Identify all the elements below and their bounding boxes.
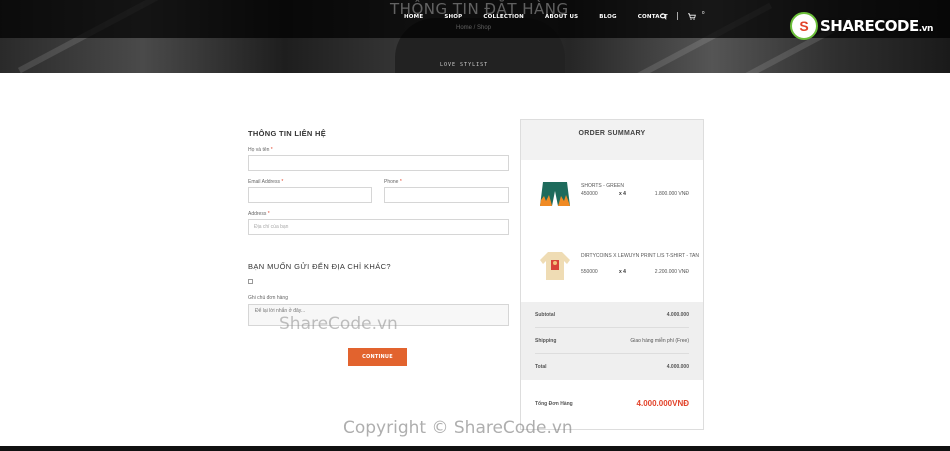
alt-address-checkbox[interactable] xyxy=(248,279,253,284)
search-icon[interactable] xyxy=(660,12,667,20)
item-quantity: x 4 xyxy=(619,269,626,275)
cart-item: SHORTS - GREEN 450000 x 4 1.800.000 VNĐ xyxy=(521,170,703,230)
hero-banner: LOVE STYLIST THÔNG TIN ĐẶT HÀNG Home / S… xyxy=(0,0,950,73)
site-logo[interactable]: S SHARECODE.vn xyxy=(790,12,933,40)
breadcrumb: Home / Shop xyxy=(456,25,492,31)
nav-item-about-us[interactable]: ABOUT US xyxy=(545,14,578,20)
nav-divider xyxy=(677,12,678,20)
subtotal-label: Subtotal xyxy=(535,312,555,318)
name-label: Họ và tên * xyxy=(248,147,273,153)
required-mark: * xyxy=(399,179,402,185)
subtotal-row: Subtotal 4.000.000 xyxy=(535,302,689,328)
phone-label: Phone * xyxy=(384,179,402,185)
email-input[interactable] xyxy=(248,187,372,203)
shipping-label: Shipping xyxy=(535,338,557,344)
item-total: 1.800.000 VNĐ xyxy=(654,191,689,197)
footer-bar xyxy=(0,446,950,451)
total-label: Total xyxy=(535,364,547,370)
notes-label: Ghi chú đơn hàng xyxy=(248,295,288,301)
contact-form-title: THÔNG TIN LIÊN HỆ xyxy=(248,129,327,138)
item-price: 550000 xyxy=(581,269,598,275)
item-total: 2.200.000 VNĐ xyxy=(654,269,689,275)
nav-icons: 0 xyxy=(660,10,705,20)
watermark-footer: Copyright © ShareCode.vn xyxy=(343,418,573,438)
logo-name: SHARECODE xyxy=(820,17,919,35)
watermark-center: ShareCode.vn xyxy=(279,314,398,334)
nav-item-blog[interactable]: BLOG xyxy=(599,14,617,20)
item-name: SHORTS - GREEN xyxy=(581,183,624,189)
required-mark: * xyxy=(281,179,284,185)
grand-total-label: Tổng Đơn Hàng xyxy=(535,401,573,407)
required-mark: * xyxy=(267,211,270,217)
grand-total-value: 4.000.000VNĐ xyxy=(636,399,689,408)
cart-icon[interactable] xyxy=(688,12,696,20)
alt-address-heading: BẠN MUỐN GỬI ĐẾN ĐỊA CHỈ KHÁC? xyxy=(248,262,392,271)
order-summary-title: ORDER SUMMARY xyxy=(521,120,703,160)
nav-item-shop[interactable]: SHOP xyxy=(444,14,462,20)
cart-count-badge: 0 xyxy=(702,10,705,15)
shipping-row: Shipping Giao hàng miễn phí (Free) xyxy=(535,328,689,354)
main-nav: HOME SHOP COLLECTION ABOUT US BLOG CONTA… xyxy=(404,14,689,20)
item-price: 450000 xyxy=(581,191,598,197)
hero-shirt-print: LOVE STYLIST xyxy=(440,62,489,68)
name-label-text: Họ và tên xyxy=(248,147,270,153)
continue-button[interactable]: CONTINUE xyxy=(348,348,407,366)
cart-item: DIRTYCOINS X LEWUYN PRINT L/S T-SHIRT - … xyxy=(521,240,703,300)
logo-suffix: .vn xyxy=(918,24,934,34)
logo-wordmark: SHARECODE.vn xyxy=(820,17,933,35)
phone-label-text: Phone xyxy=(384,179,399,185)
total-value: 4.000.000 xyxy=(666,364,689,370)
address-label: Address * xyxy=(248,211,270,217)
full-name-input[interactable] xyxy=(248,155,509,171)
tshirt-thumbnail[interactable] xyxy=(537,248,573,284)
item-quantity: x 4 xyxy=(619,191,626,197)
item-name: DIRTYCOINS X LEWUYN PRINT L/S T-SHIRT - … xyxy=(581,253,699,259)
shipping-value: Giao hàng miễn phí (Free) xyxy=(630,338,689,344)
nav-item-home[interactable]: HOME xyxy=(404,14,423,20)
address-label-text: Address xyxy=(248,211,267,217)
address-input[interactable] xyxy=(248,219,509,235)
logo-mark: S xyxy=(790,12,818,40)
phone-input[interactable] xyxy=(384,187,509,203)
totals-block: Subtotal 4.000.000 Shipping Giao hàng mi… xyxy=(521,302,703,380)
email-label: Email Address * xyxy=(248,179,283,185)
order-summary-panel: ORDER SUMMARY SHORTS - GREEN 450000 x 4 … xyxy=(520,119,704,430)
shorts-thumbnail[interactable] xyxy=(537,176,573,212)
total-row: Total 4.000.000 xyxy=(535,354,689,380)
required-mark: * xyxy=(270,147,273,153)
nav-item-collection[interactable]: COLLECTION xyxy=(483,14,524,20)
email-label-text: Email Address xyxy=(248,179,280,185)
subtotal-value: 4.000.000 xyxy=(666,312,689,318)
